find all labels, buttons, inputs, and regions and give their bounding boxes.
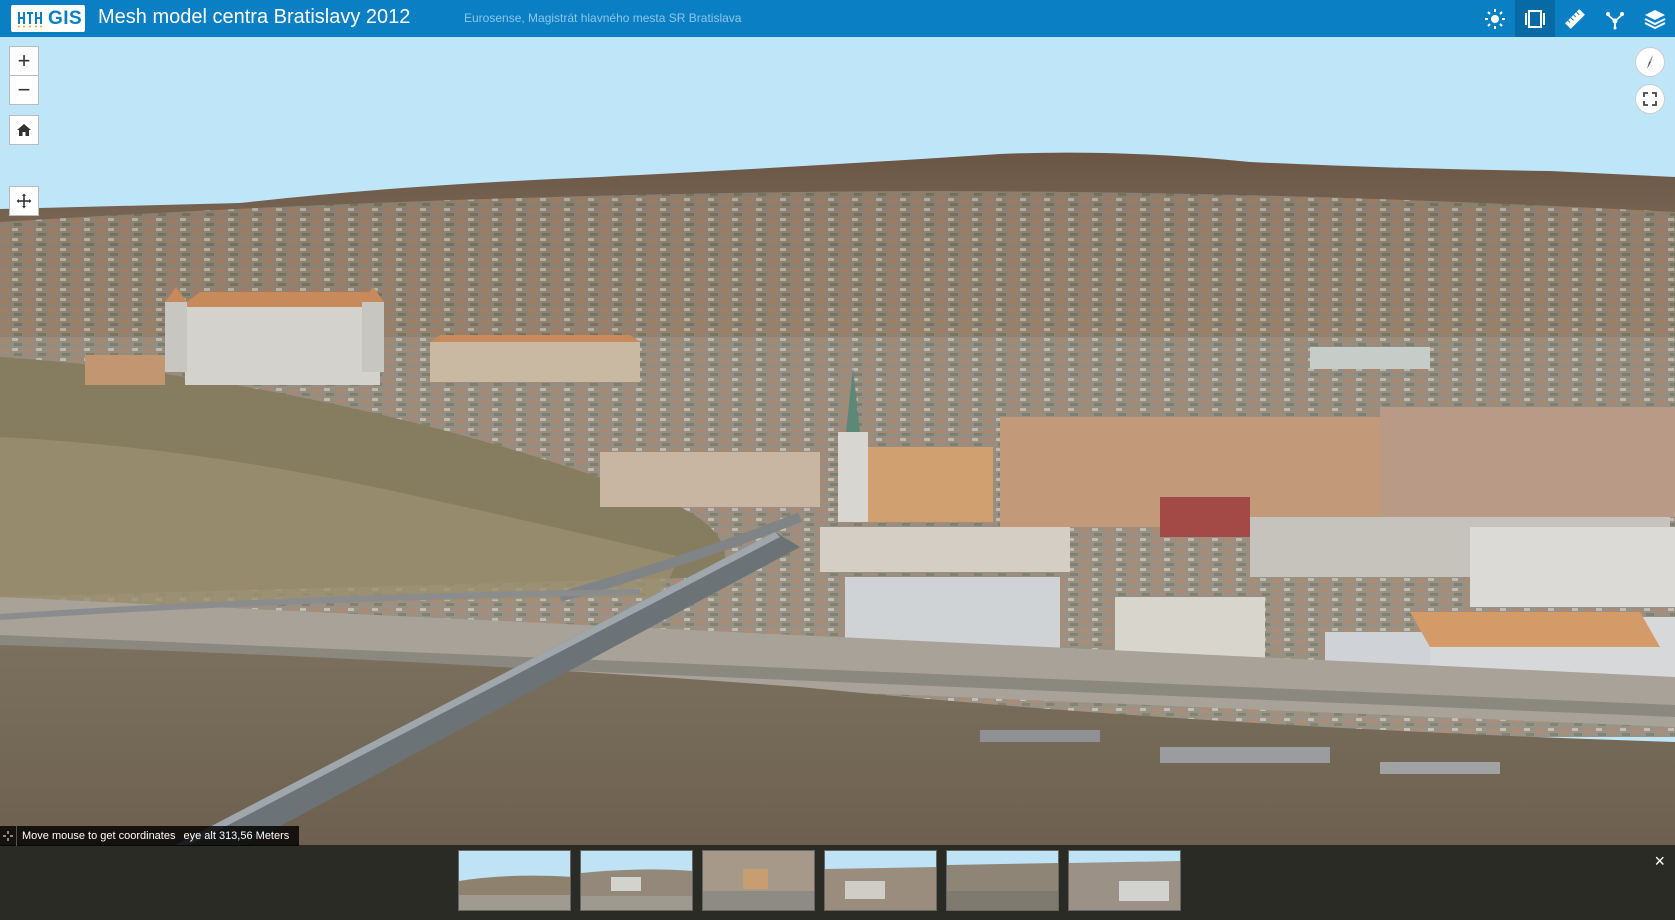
zoom-out-button[interactable]: − bbox=[9, 75, 39, 105]
app-logo[interactable]: GIS bbox=[11, 5, 85, 32]
slide-preview-image bbox=[581, 851, 692, 910]
slide-preview-image bbox=[703, 851, 814, 910]
app-subtitle: Eurosense, Magistrát hlavného mesta SR B… bbox=[464, 11, 742, 25]
slides-icon bbox=[1525, 9, 1545, 28]
daylight-button[interactable] bbox=[1475, 0, 1515, 37]
slide-preview-image bbox=[825, 851, 936, 910]
slide-preview-image bbox=[1069, 851, 1180, 910]
slides-strip: × bbox=[0, 845, 1675, 920]
zoom-in-button[interactable]: + bbox=[9, 46, 39, 76]
pan-icon bbox=[16, 193, 32, 209]
zoom-out-icon: − bbox=[17, 77, 31, 102]
layers-button[interactable] bbox=[1635, 0, 1675, 37]
slide-thumbnail[interactable] bbox=[1068, 850, 1181, 911]
coordinates-status-bar: Move mouse to get coordinates eye alt 31… bbox=[0, 826, 300, 846]
compass-icon bbox=[1647, 55, 1653, 69]
fullscreen-icon bbox=[1643, 92, 1657, 106]
pan-navigation-button[interactable] bbox=[9, 186, 39, 216]
close-slides-button[interactable]: × bbox=[1654, 851, 1665, 872]
slide-thumbnail[interactable] bbox=[824, 850, 937, 911]
app-title: Mesh model centra Bratislavy 2012 bbox=[98, 6, 411, 28]
home-icon bbox=[17, 124, 31, 136]
coordinate-mode-button[interactable] bbox=[0, 826, 17, 846]
slide-thumbnail[interactable] bbox=[946, 850, 1059, 911]
crosshair-icon bbox=[3, 831, 13, 841]
slide-thumbnail[interactable] bbox=[702, 850, 815, 911]
compass-button[interactable] bbox=[1635, 47, 1665, 77]
coordinates-readout: Move mouse to get coordinates bbox=[22, 830, 176, 842]
eye-altitude-readout: eye alt 313,56 Meters bbox=[183, 830, 290, 842]
logo-text: GIS bbox=[48, 8, 83, 29]
share-icon bbox=[1606, 11, 1624, 29]
logo-mark-icon bbox=[18, 12, 42, 28]
slides-button[interactable] bbox=[1515, 0, 1555, 37]
slide-preview-image bbox=[947, 851, 1058, 910]
measure-button[interactable] bbox=[1555, 0, 1595, 37]
city-mesh-3d-view bbox=[0, 37, 1675, 845]
slide-thumbnail[interactable] bbox=[458, 850, 571, 911]
fullscreen-button[interactable] bbox=[1635, 84, 1665, 114]
daylight-icon bbox=[1485, 8, 1505, 29]
slide-preview-image bbox=[459, 851, 570, 910]
scene-view[interactable]: + − bbox=[0, 37, 1675, 845]
zoom-in-icon: + bbox=[17, 48, 31, 73]
share-button[interactable] bbox=[1595, 0, 1635, 37]
measure-icon bbox=[1565, 8, 1585, 29]
slide-thumbnail[interactable] bbox=[580, 850, 693, 911]
home-button[interactable] bbox=[9, 115, 39, 145]
app-header: GIS Mesh model centra Bratislavy 2012 Eu… bbox=[0, 0, 1675, 37]
layers-icon bbox=[1644, 9, 1666, 29]
